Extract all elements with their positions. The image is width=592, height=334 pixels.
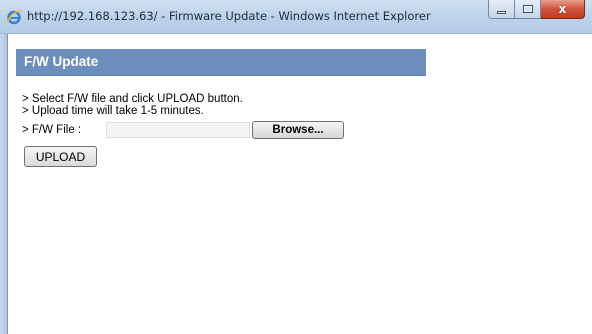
maximize-icon: [522, 5, 533, 13]
caption-buttons: x: [488, 0, 585, 20]
section-header: F/W Update: [16, 49, 426, 76]
close-icon: x: [558, 2, 567, 16]
upload-button[interactable]: UPLOAD: [24, 146, 97, 167]
page-content: F/W Update > Select F/W file and click U…: [8, 34, 592, 334]
close-button[interactable]: x: [541, 0, 585, 19]
minimize-button[interactable]: [488, 0, 515, 19]
internet-explorer-icon: [6, 9, 22, 25]
browser-window: http://192.168.123.63/ - Firmware Update…: [0, 0, 592, 334]
title-bar[interactable]: http://192.168.123.63/ - Firmware Update…: [0, 0, 592, 34]
window-left-frame: [0, 34, 8, 334]
minimize-icon: [497, 10, 506, 14]
page-title: F/W Update: [24, 54, 99, 69]
file-path-input[interactable]: [106, 122, 250, 138]
browse-button[interactable]: Browse...: [252, 121, 344, 139]
instruction-upload-time: > Upload time will take 1-5 minutes.: [22, 105, 204, 117]
window-title: http://192.168.123.63/ - Firmware Update…: [27, 9, 431, 23]
file-label: > F/W File :: [22, 124, 82, 136]
instruction-select-file: > Select F/W file and click UPLOAD butto…: [22, 93, 243, 105]
maximize-button[interactable]: [515, 0, 541, 19]
